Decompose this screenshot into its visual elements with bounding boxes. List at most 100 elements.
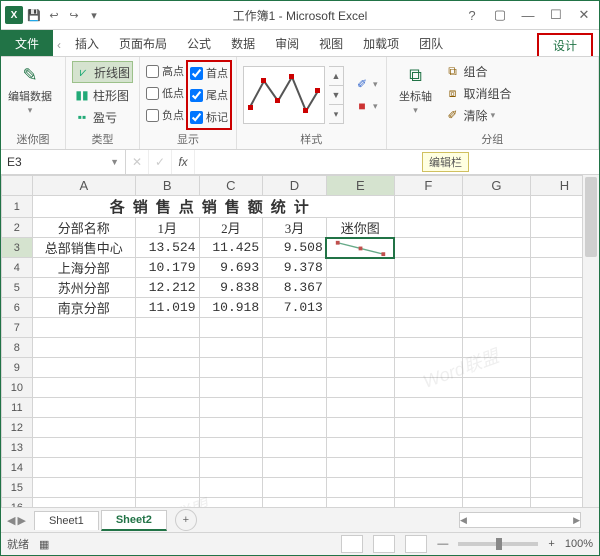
cell[interactable]: 11.019 [135, 298, 199, 318]
row-header[interactable]: 5 [2, 278, 33, 298]
cell[interactable] [32, 438, 135, 458]
row-header[interactable]: 4 [2, 258, 33, 278]
cell[interactable] [462, 278, 530, 298]
checkbox-markers[interactable]: 标记 [190, 107, 228, 127]
row-header[interactable]: 15 [2, 478, 33, 498]
cell[interactable] [462, 218, 530, 238]
cell[interactable]: 9.838 [199, 278, 263, 298]
col-header[interactable]: A [32, 176, 135, 196]
row-header[interactable]: 10 [2, 378, 33, 398]
cell[interactable] [263, 458, 327, 478]
macro-record-icon[interactable]: ▦ [39, 538, 49, 551]
cell[interactable] [394, 258, 462, 278]
cell[interactable]: 各销售点销售额统计 [32, 196, 394, 218]
cell[interactable] [32, 338, 135, 358]
zoom-level[interactable]: 100% [565, 538, 593, 550]
cell[interactable] [199, 378, 263, 398]
combine-button[interactable]: ⧉组合 [443, 61, 514, 81]
row-header[interactable]: 3 [2, 238, 33, 258]
nav-prev-icon[interactable]: ◀ [7, 514, 15, 527]
row-header[interactable]: 7 [2, 318, 33, 338]
cell[interactable] [394, 318, 462, 338]
col-header[interactable]: C [199, 176, 263, 196]
cell[interactable]: 9.693 [199, 258, 263, 278]
cell[interactable] [462, 478, 530, 498]
cell[interactable] [263, 358, 327, 378]
cell[interactable] [462, 398, 530, 418]
col-header[interactable]: E [326, 176, 394, 196]
tab-file[interactable]: 文件 [1, 30, 53, 56]
cell[interactable] [326, 438, 394, 458]
zoom-slider[interactable] [458, 542, 538, 546]
cell[interactable] [263, 438, 327, 458]
cell[interactable]: 13.524 [135, 238, 199, 258]
cell[interactable] [462, 298, 530, 318]
checkbox-high[interactable]: 高点 [146, 61, 184, 81]
cell[interactable] [199, 438, 263, 458]
type-line-button[interactable]: ⩗折线图 [72, 61, 133, 83]
style-gallery[interactable] [243, 66, 325, 124]
cell[interactable] [394, 398, 462, 418]
maximize-button[interactable]: ☐ [545, 7, 567, 23]
cell[interactable]: 10.918 [199, 298, 263, 318]
row-header[interactable]: 9 [2, 358, 33, 378]
marker-color-button[interactable]: ■▾ [352, 96, 380, 116]
cell[interactable] [135, 438, 199, 458]
cell[interactable]: 1月 [135, 218, 199, 238]
cell[interactable]: 11.425 [199, 238, 263, 258]
vertical-scrollbar[interactable] [582, 175, 599, 507]
view-page-layout-button[interactable] [373, 535, 395, 553]
type-winloss-button[interactable]: ▪▪盈亏 [72, 107, 133, 127]
cell[interactable]: 10.179 [135, 258, 199, 278]
cell[interactable] [326, 398, 394, 418]
checkbox-last[interactable]: 尾点 [190, 85, 228, 105]
cell[interactable] [462, 358, 530, 378]
cell[interactable]: 3月 [263, 218, 327, 238]
cell[interactable] [199, 338, 263, 358]
cell[interactable] [32, 498, 135, 508]
type-column-button[interactable]: ▮▮柱形图 [72, 85, 133, 105]
name-box[interactable]: E3 ▼ [1, 150, 126, 174]
zoom-in-button[interactable]: + [548, 538, 554, 550]
cell[interactable] [326, 258, 394, 278]
cell[interactable] [394, 196, 462, 218]
cell[interactable] [326, 478, 394, 498]
cell[interactable] [199, 418, 263, 438]
cell[interactable] [199, 318, 263, 338]
row-header[interactable]: 13 [2, 438, 33, 458]
row-header[interactable]: 2 [2, 218, 33, 238]
col-header[interactable]: G [462, 176, 530, 196]
tab-scroll-left[interactable]: ‹ [53, 34, 65, 56]
cell[interactable] [263, 478, 327, 498]
sheet-scrollbar[interactable]: ◀▶ [459, 512, 581, 528]
cell[interactable] [326, 498, 394, 508]
cell[interactable] [263, 338, 327, 358]
qat-dropdown[interactable]: ▾ [85, 6, 103, 24]
col-header[interactable]: B [135, 176, 199, 196]
redo-button[interactable]: ↪ [65, 6, 83, 24]
nav-next-icon[interactable]: ▶ [17, 514, 25, 527]
col-header[interactable]: F [394, 176, 462, 196]
cell[interactable] [326, 238, 394, 258]
cell[interactable] [394, 278, 462, 298]
cell[interactable] [199, 498, 263, 508]
sheet-nav[interactable]: ◀▶ [1, 514, 32, 527]
worksheet-grid[interactable]: A B C D E F G H 1各销售点销售额统计2分部名称1月2月3月迷你图… [1, 175, 599, 507]
cell[interactable] [135, 358, 199, 378]
cell[interactable] [394, 378, 462, 398]
zoom-slider-thumb[interactable] [496, 538, 502, 550]
cell[interactable] [135, 478, 199, 498]
cell[interactable]: 9.378 [263, 258, 327, 278]
row-header[interactable]: 16 [2, 498, 33, 508]
cell[interactable] [462, 438, 530, 458]
cell[interactable] [462, 196, 530, 218]
cell[interactable] [199, 478, 263, 498]
select-all-corner[interactable] [2, 176, 33, 196]
cell[interactable] [32, 398, 135, 418]
tab-view[interactable]: 视图 [309, 31, 353, 56]
cell[interactable] [394, 458, 462, 478]
cell[interactable] [394, 478, 462, 498]
edit-data-button[interactable]: ✎ 编辑数据 ▾ [7, 61, 53, 116]
cell[interactable] [135, 398, 199, 418]
cell[interactable] [326, 378, 394, 398]
